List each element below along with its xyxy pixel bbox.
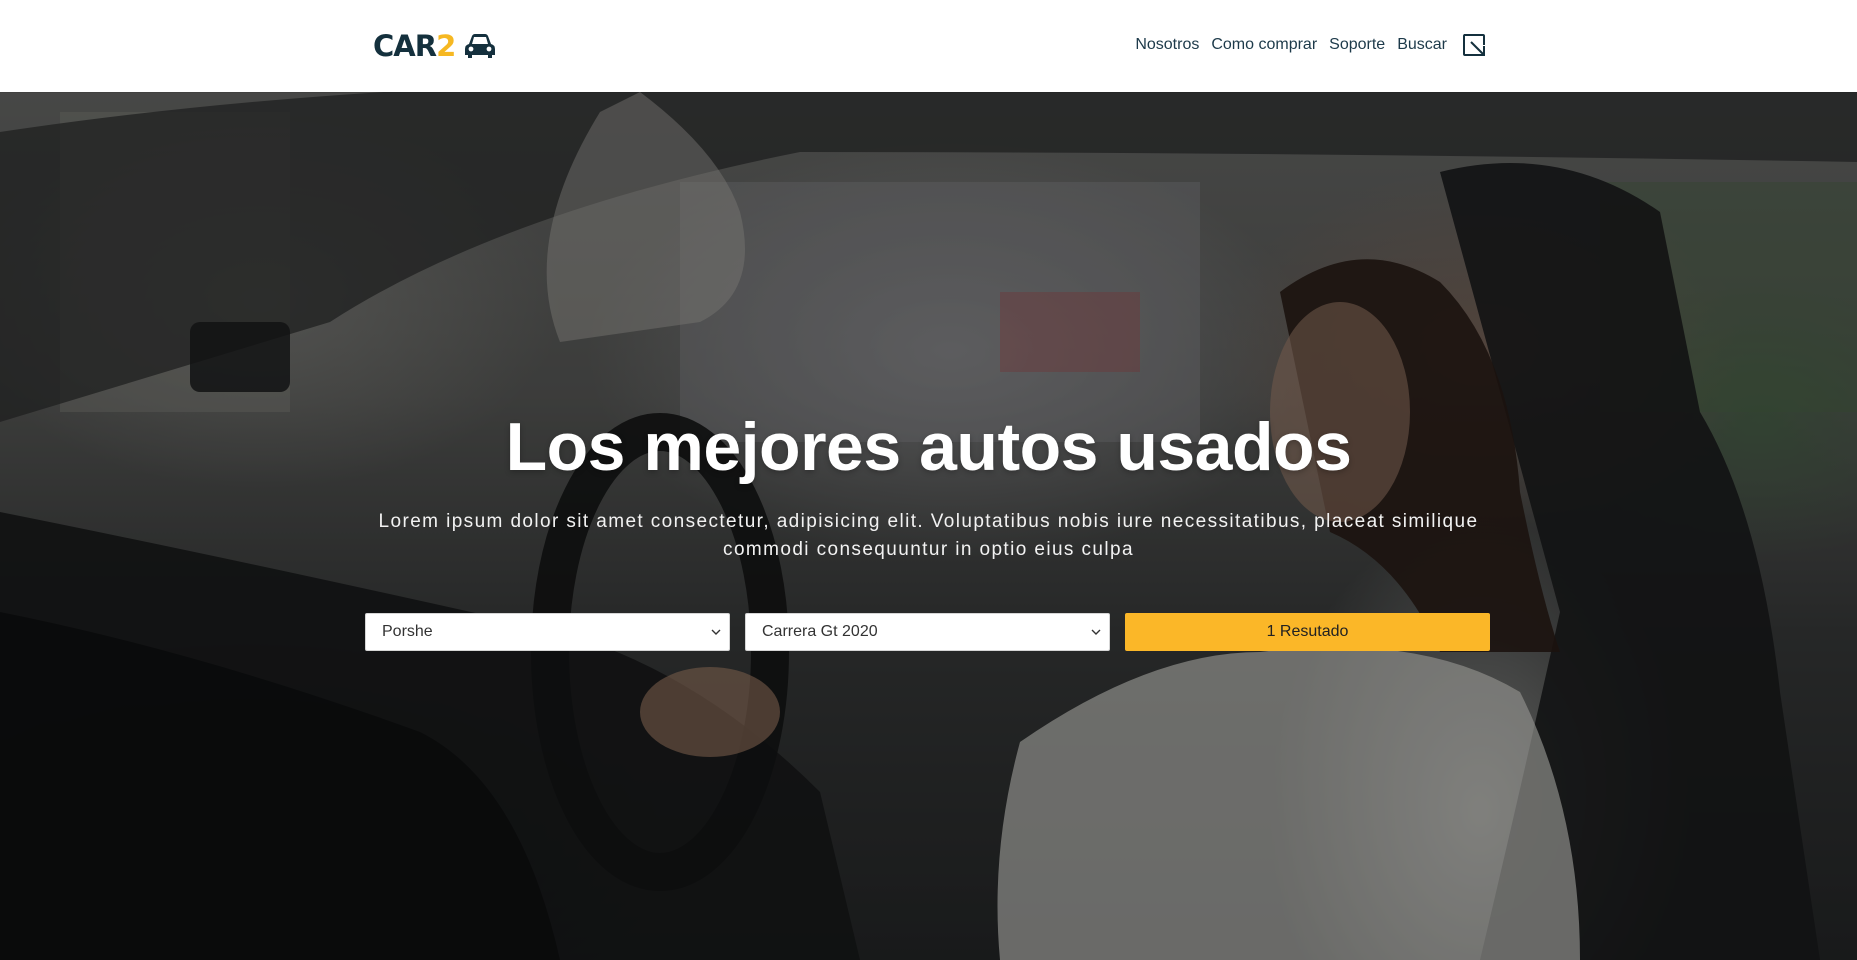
hero-title: Los mejores autos usados [505, 409, 1352, 485]
brand-select[interactable]: Porshe [365, 613, 730, 651]
brand-select-value: Porshe [382, 623, 433, 640]
nav-link-como-comprar[interactable]: Como comprar [1211, 37, 1317, 53]
chevron-down-icon [1091, 629, 1101, 635]
arrow-down-right-square-icon[interactable] [1461, 32, 1487, 58]
chevron-down-icon [711, 629, 721, 635]
logo-link[interactable]: CAR2 [373, 26, 497, 66]
car-icon [465, 34, 496, 58]
search-form: Porshe Carrera Gt 2020 1 Resutado [365, 613, 1490, 651]
site-header: CAR2 Nosotros Como comprar Soporte Busca… [0, 0, 1857, 92]
hero-section: Los mejores autos usados Lorem ipsum dol… [0, 92, 1857, 960]
logo-text: CAR2 [373, 28, 456, 63]
nav-link-buscar[interactable]: Buscar [1397, 37, 1447, 53]
model-select[interactable]: Carrera Gt 2020 [745, 613, 1110, 651]
results-button[interactable]: 1 Resutado [1125, 613, 1490, 651]
model-select-value: Carrera Gt 2020 [762, 623, 878, 640]
main-nav: Nosotros Como comprar Soporte Buscar [1135, 29, 1487, 61]
nav-link-nosotros[interactable]: Nosotros [1135, 37, 1199, 53]
hero-subtitle: Lorem ipsum dolor sit amet consectetur, … [378, 511, 1479, 560]
nav-link-soporte[interactable]: Soporte [1329, 37, 1385, 53]
hero-content: Los mejores autos usados Lorem ipsum dol… [0, 92, 1857, 960]
